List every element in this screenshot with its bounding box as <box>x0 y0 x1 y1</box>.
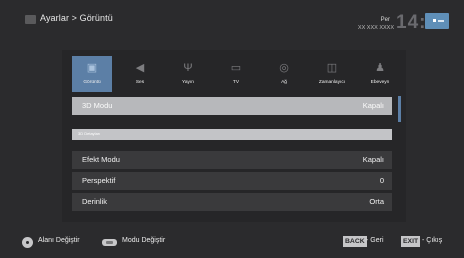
setting-row-effect-mode[interactable]: Efekt Modu Kapalı <box>72 151 392 169</box>
setting-row-perspective[interactable]: Perspektif 0 <box>72 172 392 190</box>
tab-broadcast[interactable]: Ψ Yayın <box>168 56 208 92</box>
exit-key-icon: EXIT <box>401 236 421 247</box>
parental-icon: ♟ <box>375 62 385 74</box>
tab-tv[interactable]: ▭ TV <box>216 56 256 92</box>
back-key-icon: BACK <box>343 236 367 247</box>
setting-label: Efekt Modu <box>82 155 120 164</box>
footer-help-bar: Alanı Değiştir Modu Değiştir BACK - Geri… <box>0 228 464 258</box>
breadcrumb: Ayarlar > Görüntü <box>40 13 113 23</box>
setting-label: Derinlik <box>82 197 108 206</box>
navigation-pad-icon <box>22 237 33 248</box>
ok-button-icon <box>102 239 117 246</box>
setting-value: Kapalı <box>362 155 384 164</box>
back-hint: - Geri <box>366 237 384 244</box>
scrollbar[interactable] <box>398 96 401 122</box>
setting-label: Perspektif <box>82 176 116 185</box>
tab-picture[interactable]: ▣ Görüntü <box>72 56 112 92</box>
setting-row-3d-mode[interactable]: 3D Modu Kapalı <box>72 97 392 115</box>
settings-tabs: ▣ Görüntü ◀ Ses Ψ Yayın ▭ TV ◎ Ağ ◫ Zama… <box>72 56 400 92</box>
setting-label: 3D Modu <box>82 101 113 110</box>
setting-value: 0 <box>379 176 384 185</box>
setting-value: Kapalı <box>362 101 384 110</box>
tv-icon: ▭ <box>230 62 242 74</box>
picture-icon: ▣ <box>86 62 98 74</box>
speaker-icon: ◀ <box>135 62 145 74</box>
header-bar: Ayarlar > Görüntü Per XX XXX XXXX 14:00 <box>0 0 464 44</box>
tab-sound[interactable]: ◀ Ses <box>120 56 160 92</box>
mode-hint: Modu Değiştir <box>122 237 166 244</box>
day-label: Per <box>380 17 390 23</box>
navigate-hint: Alanı Değiştir <box>38 237 80 244</box>
tab-label: Ebeveyn <box>370 80 390 85</box>
tab-timer[interactable]: ◫ Zamanlayıcı <box>312 56 352 92</box>
timer-icon: ◫ <box>326 62 338 74</box>
tab-network[interactable]: ◎ Ağ <box>264 56 304 92</box>
exit-hint: - Çıkış <box>422 237 443 244</box>
channel-info-icon <box>425 13 449 29</box>
tab-parental[interactable]: ♟ Ebeveyn <box>360 56 400 92</box>
section-label: 3D Detayları <box>78 131 101 136</box>
antenna-icon: Ψ <box>183 62 193 74</box>
setting-row-depth[interactable]: Derinlik Orta <box>72 193 392 211</box>
section-header: 3D Detayları <box>72 129 392 140</box>
settings-menu-icon <box>25 15 36 24</box>
date-label: XX XXX XXXX <box>357 25 394 31</box>
network-icon: ◎ <box>279 62 289 74</box>
setting-value: Orta <box>369 197 384 206</box>
